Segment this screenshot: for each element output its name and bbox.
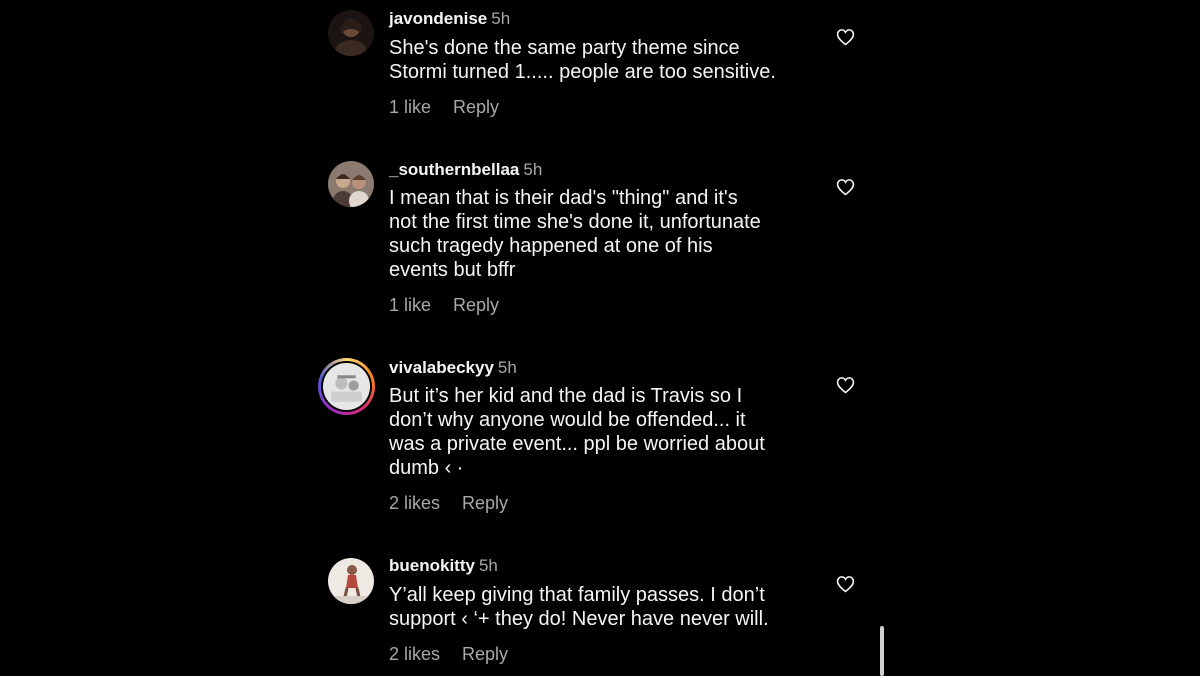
username[interactable]: _southernbellaa: [389, 160, 519, 179]
comment-header: _southernbellaa 5h: [389, 160, 542, 180]
timestamp: 5h: [497, 358, 517, 377]
likes-count[interactable]: 2 likes: [389, 493, 440, 513]
reply-button[interactable]: Reply: [453, 295, 499, 315]
comment-actions: 2 likes Reply: [389, 492, 508, 514]
comment-actions: 1 like Reply: [389, 294, 499, 316]
avatar-image: [328, 10, 374, 56]
heart-icon[interactable]: [836, 28, 855, 46]
likes-count[interactable]: 1 like: [389, 295, 431, 315]
likes-count[interactable]: 2 likes: [389, 644, 440, 664]
avatar: [321, 361, 372, 412]
username[interactable]: vivalabeckyy: [389, 358, 494, 377]
avatar[interactable]: [328, 558, 374, 604]
reply-button[interactable]: Reply: [462, 493, 508, 513]
avatar[interactable]: [328, 10, 374, 56]
avatar[interactable]: [328, 161, 374, 207]
reply-button[interactable]: Reply: [462, 644, 508, 664]
timestamp: 5h: [523, 160, 543, 179]
heart-icon[interactable]: [836, 575, 855, 593]
avatar-image: [323, 363, 370, 410]
comment-actions: 2 likes Reply: [389, 643, 508, 665]
likes-count[interactable]: 1 like: [389, 97, 431, 117]
heart-icon[interactable]: [836, 178, 855, 196]
username[interactable]: buenokitty: [389, 556, 475, 575]
heart-icon[interactable]: [836, 376, 855, 394]
comment-text: Y’all keep giving that family passes. I …: [389, 584, 769, 630]
avatar-image: [328, 558, 374, 604]
username[interactable]: javondenise: [389, 9, 487, 28]
comment-text: She's done the same party theme since St…: [389, 37, 776, 83]
reply-button[interactable]: Reply: [453, 97, 499, 117]
avatar-story-ring[interactable]: [318, 358, 375, 415]
comment-header: buenokitty 5h: [389, 556, 498, 576]
comment-text: I mean that is their dad's "thing" and i…: [389, 187, 761, 281]
timestamp: 5h: [491, 9, 511, 28]
comment-header: vivalabeckyy 5h: [389, 358, 517, 378]
scrollbar[interactable]: [880, 626, 884, 676]
timestamp: 5h: [478, 556, 498, 575]
comment-text: But it’s her kid and the dad is Travis s…: [389, 385, 765, 479]
comment-header: javondenise 5h: [389, 9, 510, 29]
comment-actions: 1 like Reply: [389, 96, 499, 118]
avatar-image: [328, 161, 374, 207]
